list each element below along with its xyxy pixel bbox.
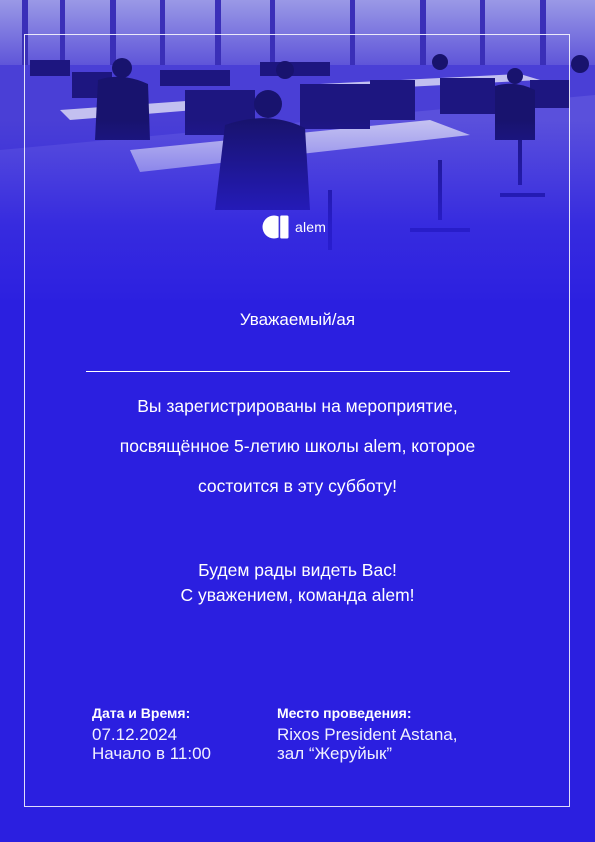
closing-line: Будем рады видеть Вас! [198,560,397,580]
closing-message: Будем рады видеть Вас! С уважением, кома… [60,558,535,608]
alem-logo-text: alem [295,219,327,235]
closing-line: С уважением, команда alem! [180,585,415,605]
event-time: Начало в 11:00 [92,744,211,763]
venue-hall: зал “Жеруйык” [277,744,393,763]
name-line-divider [86,371,510,372]
invitation-message: Вы зарегистрированы на мероприятие, посв… [60,386,535,506]
alem-logo-icon [262,215,289,239]
message-line: Вы зарегистрированы на мероприятие, [137,396,458,416]
datetime-label: Дата и Время: [92,705,191,721]
venue-label: Место проведения: [277,705,412,721]
alem-logo: alem [262,215,326,239]
event-date: 07.12.2024 [92,725,178,744]
message-line: посвящённое 5-летию школы alem, которое [119,436,476,456]
message-line: состоится в эту субботу! [197,476,398,496]
venue-name: Rixos President Astana, [277,725,458,744]
greeting: Уважаемый/ая [239,310,356,329]
